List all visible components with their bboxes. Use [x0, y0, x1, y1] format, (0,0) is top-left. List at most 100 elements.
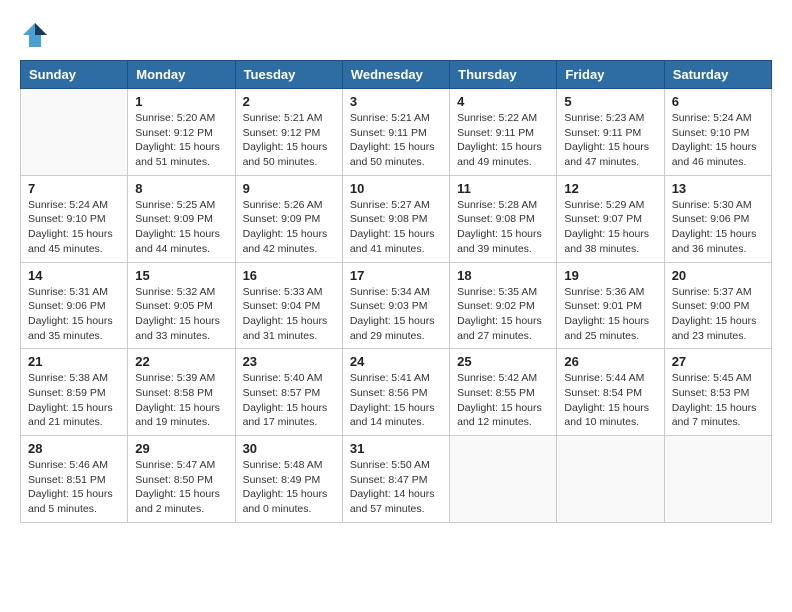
day-info: Sunrise: 5:24 AM Sunset: 9:10 PM Dayligh… — [672, 111, 764, 170]
day-info: Sunrise: 5:35 AM Sunset: 9:02 PM Dayligh… — [457, 285, 549, 344]
day-number: 13 — [672, 181, 764, 196]
calendar-cell: 24 Sunrise: 5:41 AM Sunset: 8:56 PM Dayli… — [342, 349, 449, 436]
calendar-cell: 22 Sunrise: 5:39 AM Sunset: 8:58 PM Dayli… — [128, 349, 235, 436]
day-info: Sunrise: 5:21 AM Sunset: 9:12 PM Dayligh… — [243, 111, 335, 170]
calendar-cell: 15 Sunrise: 5:32 AM Sunset: 9:05 PM Dayli… — [128, 262, 235, 349]
day-number: 24 — [350, 354, 442, 369]
day-number: 1 — [135, 94, 227, 109]
day-info: Sunrise: 5:29 AM Sunset: 9:07 PM Dayligh… — [564, 198, 656, 257]
day-number: 5 — [564, 94, 656, 109]
day-number: 27 — [672, 354, 764, 369]
day-info: Sunrise: 5:22 AM Sunset: 9:11 PM Dayligh… — [457, 111, 549, 170]
calendar-cell: 7 Sunrise: 5:24 AM Sunset: 9:10 PM Daylig… — [21, 175, 128, 262]
day-number: 20 — [672, 268, 764, 283]
col-header-saturday: Saturday — [664, 61, 771, 89]
day-number: 2 — [243, 94, 335, 109]
day-info: Sunrise: 5:45 AM Sunset: 8:53 PM Dayligh… — [672, 371, 764, 430]
calendar-cell: 6 Sunrise: 5:24 AM Sunset: 9:10 PM Daylig… — [664, 89, 771, 176]
day-info: Sunrise: 5:48 AM Sunset: 8:49 PM Dayligh… — [243, 458, 335, 517]
day-info: Sunrise: 5:38 AM Sunset: 8:59 PM Dayligh… — [28, 371, 120, 430]
day-info: Sunrise: 5:20 AM Sunset: 9:12 PM Dayligh… — [135, 111, 227, 170]
calendar-cell: 30 Sunrise: 5:48 AM Sunset: 8:49 PM Dayli… — [235, 436, 342, 523]
day-info: Sunrise: 5:46 AM Sunset: 8:51 PM Dayligh… — [28, 458, 120, 517]
day-number: 25 — [457, 354, 549, 369]
day-number: 19 — [564, 268, 656, 283]
day-number: 17 — [350, 268, 442, 283]
day-number: 12 — [564, 181, 656, 196]
calendar-cell: 23Sunrise: 5:40 AM Sunset: 8:57 PM Dayli… — [235, 349, 342, 436]
calendar-cell: 29 Sunrise: 5:47 AM Sunset: 8:50 PM Dayli… — [128, 436, 235, 523]
day-number: 10 — [350, 181, 442, 196]
calendar-cell: 17 Sunrise: 5:34 AM Sunset: 9:03 PM Dayli… — [342, 262, 449, 349]
day-number: 22 — [135, 354, 227, 369]
day-info: Sunrise: 5:34 AM Sunset: 9:03 PM Dayligh… — [350, 285, 442, 344]
calendar-cell: 20 Sunrise: 5:37 AM Sunset: 9:00 PM Dayli… — [664, 262, 771, 349]
calendar-header-row: SundayMondayTuesdayWednesdayThursdayFrid… — [21, 61, 772, 89]
day-number: 6 — [672, 94, 764, 109]
day-number: 26 — [564, 354, 656, 369]
day-number: 21 — [28, 354, 120, 369]
calendar-cell — [664, 436, 771, 523]
calendar-cell: 4 Sunrise: 5:22 AM Sunset: 9:11 PM Daylig… — [450, 89, 557, 176]
calendar-cell — [450, 436, 557, 523]
day-info: Sunrise: 5:42 AM Sunset: 8:55 PM Dayligh… — [457, 371, 549, 430]
day-info: Sunrise: 5:31 AM Sunset: 9:06 PM Dayligh… — [28, 285, 120, 344]
calendar-cell: 27 Sunrise: 5:45 AM Sunset: 8:53 PM Dayli… — [664, 349, 771, 436]
day-info: Sunrise: 5:50 AM Sunset: 8:47 PM Dayligh… — [350, 458, 442, 517]
calendar-week-4: 21 Sunrise: 5:38 AM Sunset: 8:59 PM Dayli… — [21, 349, 772, 436]
logo-icon — [20, 20, 50, 50]
calendar-cell: 10 Sunrise: 5:27 AM Sunset: 9:08 PM Dayli… — [342, 175, 449, 262]
calendar-week-1: 1 Sunrise: 5:20 AM Sunset: 9:12 PM Daylig… — [21, 89, 772, 176]
day-info: Sunrise: 5:24 AM Sunset: 9:10 PM Dayligh… — [28, 198, 120, 257]
calendar-cell: 11 Sunrise: 5:28 AM Sunset: 9:08 PM Dayli… — [450, 175, 557, 262]
calendar-cell: 18 Sunrise: 5:35 AM Sunset: 9:02 PM Dayli… — [450, 262, 557, 349]
calendar-cell — [557, 436, 664, 523]
day-info: Sunrise: 5:44 AM Sunset: 8:54 PM Dayligh… — [564, 371, 656, 430]
day-number: 30 — [243, 441, 335, 456]
calendar-cell: 16Sunrise: 5:33 AM Sunset: 9:04 PM Dayli… — [235, 262, 342, 349]
day-number: 18 — [457, 268, 549, 283]
day-info: Sunrise: 5:21 AM Sunset: 9:11 PM Dayligh… — [350, 111, 442, 170]
col-header-friday: Friday — [557, 61, 664, 89]
col-header-tuesday: Tuesday — [235, 61, 342, 89]
day-number: 16 — [243, 268, 335, 283]
calendar-cell: 3Sunrise: 5:21 AM Sunset: 9:11 PM Daylig… — [342, 89, 449, 176]
day-number: 14 — [28, 268, 120, 283]
day-info: Sunrise: 5:30 AM Sunset: 9:06 PM Dayligh… — [672, 198, 764, 257]
day-info: Sunrise: 5:27 AM Sunset: 9:08 PM Dayligh… — [350, 198, 442, 257]
day-info: Sunrise: 5:39 AM Sunset: 8:58 PM Dayligh… — [135, 371, 227, 430]
day-number: 28 — [28, 441, 120, 456]
calendar-cell: 31 Sunrise: 5:50 AM Sunset: 8:47 PM Dayli… — [342, 436, 449, 523]
calendar-cell: 25 Sunrise: 5:42 AM Sunset: 8:55 PM Dayli… — [450, 349, 557, 436]
day-info: Sunrise: 5:40 AM Sunset: 8:57 PM Dayligh… — [243, 371, 335, 430]
day-info: Sunrise: 5:36 AM Sunset: 9:01 PM Dayligh… — [564, 285, 656, 344]
calendar-cell: 1 Sunrise: 5:20 AM Sunset: 9:12 PM Daylig… — [128, 89, 235, 176]
calendar-table: SundayMondayTuesdayWednesdayThursdayFrid… — [20, 60, 772, 523]
day-number: 4 — [457, 94, 549, 109]
col-header-wednesday: Wednesday — [342, 61, 449, 89]
calendar-cell: 12 Sunrise: 5:29 AM Sunset: 9:07 PM Dayli… — [557, 175, 664, 262]
day-info: Sunrise: 5:32 AM Sunset: 9:05 PM Dayligh… — [135, 285, 227, 344]
day-number: 9 — [243, 181, 335, 196]
day-number: 7 — [28, 181, 120, 196]
day-number: 11 — [457, 181, 549, 196]
calendar-cell: 28 Sunrise: 5:46 AM Sunset: 8:51 PM Dayli… — [21, 436, 128, 523]
day-info: Sunrise: 5:37 AM Sunset: 9:00 PM Dayligh… — [672, 285, 764, 344]
day-number: 29 — [135, 441, 227, 456]
day-info: Sunrise: 5:28 AM Sunset: 9:08 PM Dayligh… — [457, 198, 549, 257]
calendar-cell: 9 Sunrise: 5:26 AM Sunset: 9:09 PM Daylig… — [235, 175, 342, 262]
day-info: Sunrise: 5:47 AM Sunset: 8:50 PM Dayligh… — [135, 458, 227, 517]
day-info: Sunrise: 5:41 AM Sunset: 8:56 PM Dayligh… — [350, 371, 442, 430]
day-number: 15 — [135, 268, 227, 283]
day-info: Sunrise: 5:23 AM Sunset: 9:11 PM Dayligh… — [564, 111, 656, 170]
calendar-cell: 19 Sunrise: 5:36 AM Sunset: 9:01 PM Dayli… — [557, 262, 664, 349]
day-number: 31 — [350, 441, 442, 456]
calendar-cell: 5 Sunrise: 5:23 AM Sunset: 9:11 PM Daylig… — [557, 89, 664, 176]
calendar-cell: 13 Sunrise: 5:30 AM Sunset: 9:06 PM Dayli… — [664, 175, 771, 262]
calendar-cell: 14 Sunrise: 5:31 AM Sunset: 9:06 PM Dayli… — [21, 262, 128, 349]
calendar-week-2: 7 Sunrise: 5:24 AM Sunset: 9:10 PM Daylig… — [21, 175, 772, 262]
col-header-monday: Monday — [128, 61, 235, 89]
calendar-cell: 21 Sunrise: 5:38 AM Sunset: 8:59 PM Dayli… — [21, 349, 128, 436]
day-info: Sunrise: 5:25 AM Sunset: 9:09 PM Dayligh… — [135, 198, 227, 257]
day-info: Sunrise: 5:26 AM Sunset: 9:09 PM Dayligh… — [243, 198, 335, 257]
